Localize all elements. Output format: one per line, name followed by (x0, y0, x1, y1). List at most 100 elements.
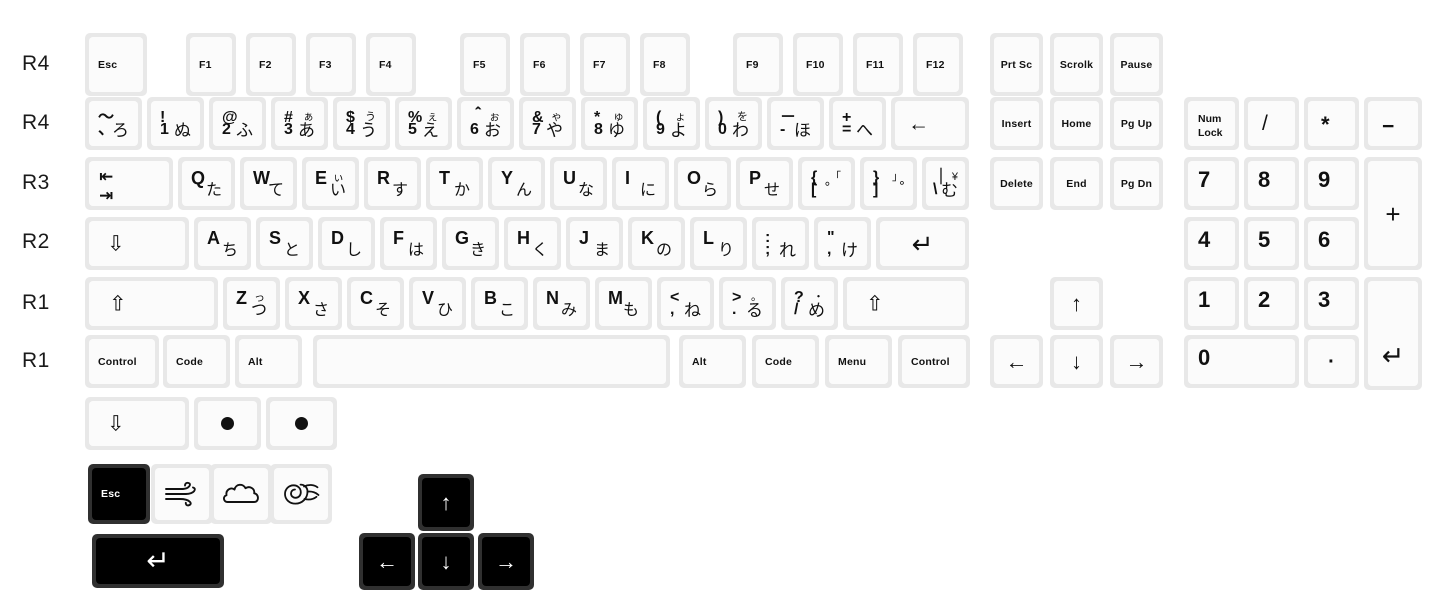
key-bracket-left[interactable]: { 「 [ ゜ (798, 157, 855, 210)
key-f8[interactable]: F8 (640, 33, 690, 96)
key-caps-lock[interactable]: ⇩ (85, 217, 189, 270)
key-a[interactable]: A ち (194, 217, 251, 270)
key-delete[interactable]: Delete (990, 157, 1043, 210)
novelty-key-esc[interactable]: Esc (88, 464, 150, 524)
novelty-key-typhoon[interactable] (270, 464, 332, 524)
key-blank-dot-1[interactable] (194, 397, 261, 450)
novelty-key-arrow-left[interactable]: ← (359, 533, 415, 590)
key-3[interactable]: # ぁ 3 あ (271, 97, 328, 150)
key-p[interactable]: P せ (736, 157, 793, 210)
key-home[interactable]: Home (1050, 97, 1103, 150)
key-numpad-minus[interactable]: − (1364, 97, 1422, 150)
key-left-alt[interactable]: Alt (235, 335, 302, 388)
key-z[interactable]: Z っ つ (223, 277, 280, 330)
key-f7[interactable]: F7 (580, 33, 630, 96)
key-y[interactable]: Y ん (488, 157, 545, 210)
key-arrow-left[interactable]: ← (990, 335, 1043, 388)
key-c[interactable]: C そ (347, 277, 404, 330)
key-numpad-multiply[interactable]: * (1304, 97, 1359, 150)
key-scroll-lock[interactable]: Scrolk (1050, 33, 1103, 96)
key-f2[interactable]: F2 (246, 33, 296, 96)
key-s[interactable]: S と (256, 217, 313, 270)
key-2[interactable]: @ 2 ふ (209, 97, 266, 150)
key-enter[interactable]: ↵ (876, 217, 969, 270)
key-tab[interactable]: ⇤ ⇥ (85, 157, 173, 210)
key-b[interactable]: B こ (471, 277, 528, 330)
key-f10[interactable]: F10 (793, 33, 843, 96)
key-right-shift[interactable]: ⇧ (843, 277, 969, 330)
key-numpad-5[interactable]: 5 (1244, 217, 1299, 270)
key-r[interactable]: R す (364, 157, 421, 210)
key-j[interactable]: J ま (566, 217, 623, 270)
key-e[interactable]: E ぃ い (302, 157, 359, 210)
key-print-screen[interactable]: Prt Sc (990, 33, 1043, 96)
key-insert[interactable]: Insert (990, 97, 1043, 150)
key-arrow-right[interactable]: → (1110, 335, 1163, 388)
key-f[interactable]: F は (380, 217, 437, 270)
key-page-down[interactable]: Pg Dn (1110, 157, 1163, 210)
key-1[interactable]: ! 1 ぬ (147, 97, 204, 150)
key-numpad-8[interactable]: 8 (1244, 157, 1299, 210)
key-extra-caps-lock[interactable]: ⇩ (85, 397, 189, 450)
key-left-control[interactable]: Control (85, 335, 159, 388)
key-slash[interactable]: ? ・ / め (781, 277, 838, 330)
key-m[interactable]: M も (595, 277, 652, 330)
key-comma[interactable]: < , ね (657, 277, 714, 330)
key-pause[interactable]: Pause (1110, 33, 1163, 96)
key-f9[interactable]: F9 (733, 33, 783, 96)
key-minus[interactable]: － - ほ (767, 97, 824, 150)
novelty-key-cloud[interactable] (210, 464, 272, 524)
key-t[interactable]: T か (426, 157, 483, 210)
key-numpad-7[interactable]: 7 (1184, 157, 1239, 210)
key-f1[interactable]: F1 (186, 33, 236, 96)
key-page-up[interactable]: Pg Up (1110, 97, 1163, 150)
key-arrow-up[interactable]: ↑ (1050, 277, 1103, 330)
key-numpad-4[interactable]: 4 (1184, 217, 1239, 270)
key-numpad-9[interactable]: 9 (1304, 157, 1359, 210)
key-f12[interactable]: F12 (913, 33, 963, 96)
key-end[interactable]: End (1050, 157, 1103, 210)
key-blank-dot-2[interactable] (266, 397, 337, 450)
key-quote[interactable]: " , け (814, 217, 871, 270)
key-8[interactable]: * ゅ 8 ゆ (581, 97, 638, 150)
key-arrow-down[interactable]: ↓ (1050, 335, 1103, 388)
key-h[interactable]: H く (504, 217, 561, 270)
novelty-key-enter[interactable]: ↵ (92, 534, 224, 588)
key-left-code[interactable]: Code (163, 335, 230, 388)
key-f11[interactable]: F11 (853, 33, 903, 96)
key-esc[interactable]: Esc (85, 33, 147, 96)
key-equal[interactable]: + = へ (829, 97, 886, 150)
key-yen[interactable]: ｜ ¥ \ む (922, 157, 969, 210)
key-x[interactable]: X さ (285, 277, 342, 330)
key-f3[interactable]: F3 (306, 33, 356, 96)
key-n[interactable]: N み (533, 277, 590, 330)
key-v[interactable]: V ひ (409, 277, 466, 330)
key-numpad-plus[interactable]: + (1364, 157, 1422, 270)
key-f6[interactable]: F6 (520, 33, 570, 96)
key-right-code[interactable]: Code (752, 335, 819, 388)
key-u[interactable]: U な (550, 157, 607, 210)
key-g[interactable]: G き (442, 217, 499, 270)
key-grave[interactable]: ～ 、 ろ (85, 97, 142, 150)
key-q[interactable]: Q た (178, 157, 235, 210)
novelty-key-wind[interactable] (151, 464, 213, 524)
key-numpad-2[interactable]: 2 (1244, 277, 1299, 330)
key-d[interactable]: D し (318, 217, 375, 270)
key-num-lock[interactable]: Num Lock (1184, 97, 1239, 150)
key-spacebar[interactable] (313, 335, 670, 388)
key-backspace[interactable]: ← (891, 97, 969, 150)
key-left-shift[interactable]: ⇧ (85, 277, 218, 330)
key-7[interactable]: & ゃ 7 や (519, 97, 576, 150)
key-period[interactable]: > 。 . る (719, 277, 776, 330)
key-6[interactable]: ＾ ぉ 6 お (457, 97, 514, 150)
key-w[interactable]: W て (240, 157, 297, 210)
novelty-key-arrow-right[interactable]: → (478, 533, 534, 590)
key-l[interactable]: L り (690, 217, 747, 270)
key-i[interactable]: I に (612, 157, 669, 210)
key-menu[interactable]: Menu (825, 335, 892, 388)
key-f4[interactable]: F4 (366, 33, 416, 96)
key-bracket-right[interactable]: } 」 ] ゚ (860, 157, 917, 210)
key-4[interactable]: $ う 4 う (333, 97, 390, 150)
key-numpad-decimal[interactable]: · (1304, 335, 1359, 388)
key-numpad-divide[interactable]: / (1244, 97, 1299, 150)
